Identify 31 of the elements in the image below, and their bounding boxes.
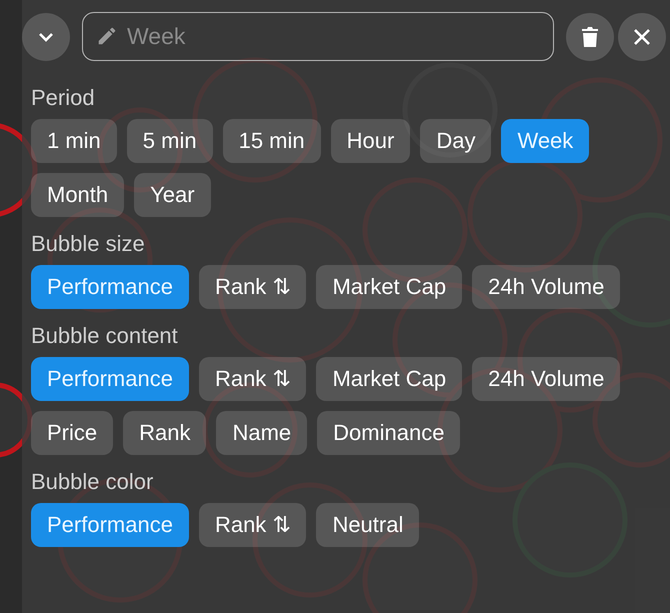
section-label: Bubble content <box>31 323 179 349</box>
option-chip[interactable]: Rank ⇅ <box>198 357 306 401</box>
option-chip[interactable]: Rank ⇅ <box>198 503 306 547</box>
option-chip[interactable]: Market Cap <box>316 265 462 309</box>
option-chip[interactable]: Rank <box>123 411 206 455</box>
option-chip[interactable]: Hour <box>330 119 410 163</box>
name-field[interactable]: Week <box>82 12 554 61</box>
pencil-icon <box>96 25 118 47</box>
close-icon <box>633 28 651 46</box>
delete-button[interactable] <box>566 12 614 60</box>
option-chip[interactable]: Neutral <box>316 503 420 547</box>
option-chip[interactable]: Name <box>216 411 308 455</box>
option-chip[interactable]: Dominance <box>317 411 460 455</box>
option-chip[interactable]: 15 min <box>222 119 321 163</box>
option-chip[interactable]: Month <box>31 173 124 217</box>
trash-icon <box>581 26 599 48</box>
section-label: Bubble color <box>31 469 154 495</box>
option-chip[interactable]: Day <box>420 119 492 163</box>
option-chip[interactable]: Market Cap <box>316 357 462 401</box>
collapse-button[interactable] <box>22 12 70 60</box>
option-chip[interactable]: 1 min <box>31 119 117 163</box>
option-chip[interactable]: 24h Volume <box>472 357 620 401</box>
section-label: Period <box>31 85 96 111</box>
option-chip[interactable]: 24h Volume <box>472 265 620 309</box>
option-chip[interactable]: Rank ⇅ <box>198 265 306 309</box>
option-chip[interactable]: 5 min <box>126 119 213 163</box>
option-chip[interactable]: Price <box>31 411 114 455</box>
chevron-down-icon <box>38 32 54 42</box>
close-button[interactable] <box>618 12 666 60</box>
section-label: Bubble size <box>31 231 146 257</box>
option-chip[interactable]: Year <box>134 173 211 217</box>
